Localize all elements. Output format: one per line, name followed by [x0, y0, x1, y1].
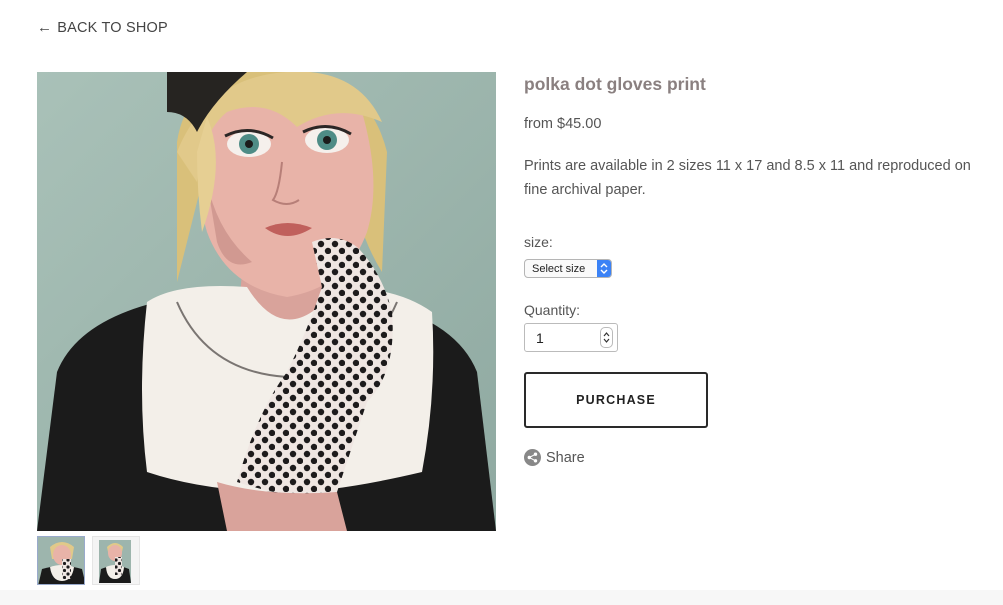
share-icon: [524, 449, 541, 466]
size-label: size:: [524, 234, 553, 250]
size-select-value: Select size: [532, 262, 586, 275]
quantity-input[interactable]: 1: [524, 323, 618, 352]
thumbnail-1-image: [38, 537, 84, 584]
painting-illustration: [37, 72, 496, 531]
quantity-label: Quantity:: [524, 302, 581, 318]
footer-band: [0, 590, 1003, 605]
share-link[interactable]: Share: [524, 449, 585, 466]
chevron-updown-icon: [597, 260, 611, 277]
thumbnail-2[interactable]: [92, 536, 140, 585]
quantity-value: 1: [536, 329, 544, 346]
purchase-button[interactable]: PURCHASE: [524, 372, 708, 428]
size-select[interactable]: Select size: [524, 259, 612, 278]
product-price: from $45.00: [524, 116, 602, 132]
share-label: Share: [546, 449, 585, 466]
thumbnail-1[interactable]: [37, 536, 85, 585]
stepper-icon[interactable]: [600, 327, 613, 348]
back-to-shop-label: BACK TO SHOP: [57, 19, 168, 36]
thumbnail-strip: [37, 536, 140, 585]
product-title: polka dot gloves print: [524, 74, 706, 94]
back-to-shop-link[interactable]: ← BACK TO SHOP: [37, 19, 168, 36]
product-main-image[interactable]: [37, 72, 496, 531]
product-description: Prints are available in 2 sizes 11 x 17 …: [524, 158, 971, 198]
thumbnail-2-image: [93, 537, 139, 584]
arrow-left-icon: ←: [37, 19, 53, 36]
